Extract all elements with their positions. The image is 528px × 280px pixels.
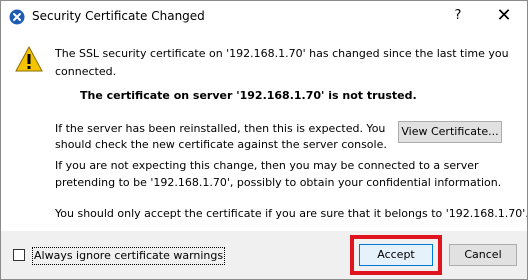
view-certificate-button[interactable]: View Certificate... (398, 121, 502, 143)
cancel-button[interactable]: Cancel (449, 244, 517, 266)
close-button[interactable]: ✕ (489, 4, 519, 28)
ignore-warnings-label[interactable]: Always ignore certificate warnings (32, 247, 226, 265)
title-bar[interactable]: Security Certificate Changed ? ✕ (1, 1, 527, 31)
ignore-warnings-checkbox[interactable] (13, 249, 25, 261)
unexpected-change-text-2: pretending to be '192.168.1.70', possibl… (55, 176, 502, 189)
reinstall-text-1: If the server has been reinstalled, then… (55, 122, 386, 135)
trust-warning: The certificate on server '192.168.1.70'… (80, 89, 417, 102)
unexpected-change-text-1: If you are not expecting this change, th… (55, 159, 479, 172)
help-button[interactable]: ? (448, 6, 468, 26)
dialog-title: Security Certificate Changed (32, 9, 205, 23)
reinstall-text-2: should check the new certificate against… (55, 138, 387, 151)
warning-icon (14, 45, 44, 73)
message-line-2: connected. (55, 65, 117, 78)
dialog-window: Security Certificate Changed ? ✕ The SSL… (0, 0, 528, 280)
message-line-1: The SSL security certificate on '192.168… (55, 47, 509, 60)
app-icon (9, 9, 25, 25)
accept-advice-text: You should only accept the certificate i… (55, 207, 528, 220)
accept-button[interactable]: Accept (359, 244, 433, 266)
